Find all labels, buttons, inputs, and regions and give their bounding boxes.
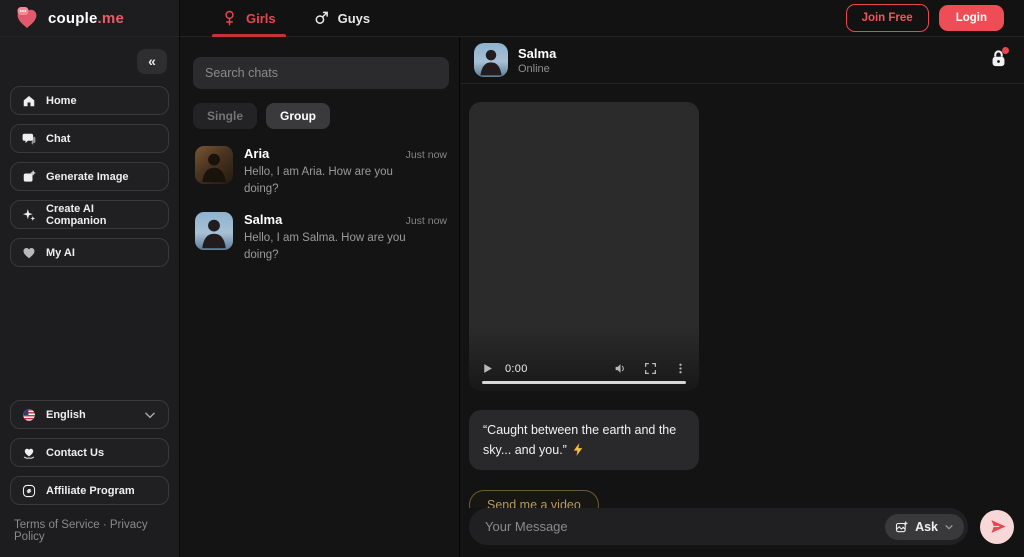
message-composer: Ask (460, 508, 1024, 557)
sidebar-nav: Home Chat Generate Image Create AI Compa… (0, 84, 179, 269)
home-icon (23, 95, 35, 106)
chat-filters: Single Group (193, 103, 449, 129)
chat-name: Salma (244, 212, 283, 228)
contact-us-label: Contact Us (46, 446, 105, 459)
chevron-down-icon (145, 412, 155, 418)
volume-icon (615, 364, 624, 373)
contact-us-button[interactable]: Contact Us (10, 438, 169, 467)
conversation-panel: Salma Online 0:00 “Caught between the ea… (460, 37, 1024, 557)
chat-list-item-salma[interactable]: Salma Just now Hello, I am Salma. How ar… (193, 208, 449, 267)
legal-separator: · (102, 519, 107, 531)
affiliate-program-button[interactable]: Affiliate Program (10, 476, 169, 505)
heart-icon (23, 247, 35, 258)
filter-single[interactable]: Single (193, 103, 258, 129)
female-icon (225, 10, 234, 26)
sidebar-item-home[interactable]: Home (10, 86, 169, 115)
conversation-header: Salma Online (460, 37, 1024, 84)
male-icon (315, 11, 328, 24)
lock-button[interactable] (986, 47, 1010, 72)
legal-links: Terms of Service · Privacy Policy (0, 507, 179, 557)
heart-chat-logo-icon (17, 7, 37, 29)
volume-button[interactable] (614, 362, 627, 375)
sidebar-item-label: Chat (46, 132, 71, 145)
sparkles-icon (22, 208, 36, 221)
sidebar-item-label: Home (46, 94, 77, 107)
affiliate-program-label: Affiliate Program (46, 484, 135, 497)
sidebar-item-label: Generate Image (46, 170, 129, 183)
language-selector[interactable]: English (10, 400, 169, 429)
chat-timestamp: Just now (405, 149, 447, 161)
chat-list-item-aria[interactable]: Aria Just now Hello, I am Aria. How are … (193, 142, 449, 201)
tab-girls[interactable]: Girls (212, 0, 286, 37)
fullscreen-icon (644, 362, 657, 375)
chat-timestamp: Just now (405, 215, 447, 228)
message-input[interactable] (485, 519, 886, 534)
ask-label: Ask (915, 519, 938, 534)
sidebar-item-label: My AI (46, 246, 75, 259)
avatar-aria (195, 146, 233, 184)
sidebar-item-my-ai[interactable]: My AI (10, 238, 169, 267)
tab-guys[interactable]: Guys (308, 0, 377, 37)
sidebar-collapse-button[interactable]: « (137, 49, 167, 74)
video-more-button[interactable] (674, 362, 687, 375)
play-button[interactable] (481, 362, 494, 375)
video-progress-bar[interactable] (482, 380, 686, 384)
language-label: English (46, 408, 86, 421)
us-flag-icon (23, 408, 35, 421)
filter-group[interactable]: Group (266, 103, 331, 129)
lightning-bolt-icon (573, 443, 583, 456)
message-field: Ask (469, 508, 968, 545)
top-navigation: Girls Guys Join Free Login (180, 0, 1024, 37)
image-sparkle-icon (895, 520, 909, 532)
chat-preview: Hello, I am Aria. How are you doing? (244, 166, 393, 195)
login-button[interactable]: Login (938, 5, 1004, 31)
video-controls: 0:00 (481, 362, 687, 375)
more-vertical-icon (679, 363, 682, 374)
avatar-salma (195, 212, 233, 251)
online-status: Online (518, 62, 550, 75)
conversation-avatar[interactable] (474, 43, 508, 77)
brand-logo[interactable]: couple.me (0, 0, 179, 37)
messages-area: 0:00 “Caught between the earth and the s… (460, 84, 1024, 508)
send-icon (990, 520, 1006, 533)
chevron-down-icon (945, 524, 953, 530)
suggested-reply-chip[interactable]: Send me a video (469, 490, 599, 508)
search-chats-input[interactable] (193, 57, 449, 89)
ask-mode-button[interactable]: Ask (885, 513, 964, 540)
join-free-button[interactable]: Join Free (845, 4, 929, 32)
chat-preview: Hello, I am Salma. How are you doing? (244, 232, 406, 262)
tab-label: Girls (246, 10, 276, 26)
terms-of-service-link[interactable]: Terms of Service (14, 519, 100, 531)
chat-items: Aria Just now Hello, I am Aria. How are … (193, 142, 449, 268)
conversation-name: Salma (518, 45, 557, 61)
send-button[interactable] (980, 509, 1014, 544)
sidebar-item-chat[interactable]: Chat (10, 124, 169, 153)
affiliate-link-icon (22, 484, 36, 497)
sidebar: couple.me « Home Chat Generate Image Cre… (0, 0, 180, 557)
sidebar-footer-nav: English Contact Us Affiliate Program (0, 398, 179, 507)
video-current-time: 0:00 (505, 362, 528, 375)
sidebar-item-label: Create AI Companion (46, 202, 107, 227)
chat-list-panel: Single Group Aria Just now Hell (180, 37, 460, 557)
play-icon (484, 364, 492, 373)
notification-dot (1002, 47, 1009, 54)
sidebar-item-create-ai-companion[interactable]: Create AI Companion (10, 200, 169, 229)
generate-image-icon (23, 170, 36, 182)
sidebar-item-generate-image[interactable]: Generate Image (10, 162, 169, 191)
chat-name: Aria (244, 146, 270, 161)
app-window: couple.me « Home Chat Generate Image Cre… (0, 0, 1024, 557)
fullscreen-button[interactable] (644, 362, 657, 375)
chat-icon (22, 133, 36, 145)
tab-label: Guys (337, 10, 371, 26)
video-message-player[interactable]: 0:00 (469, 102, 699, 391)
message-bubble: “Caught between the earth and the sky...… (469, 410, 699, 470)
brand-name: couple.me (48, 9, 124, 27)
heart-hands-icon (23, 448, 35, 459)
